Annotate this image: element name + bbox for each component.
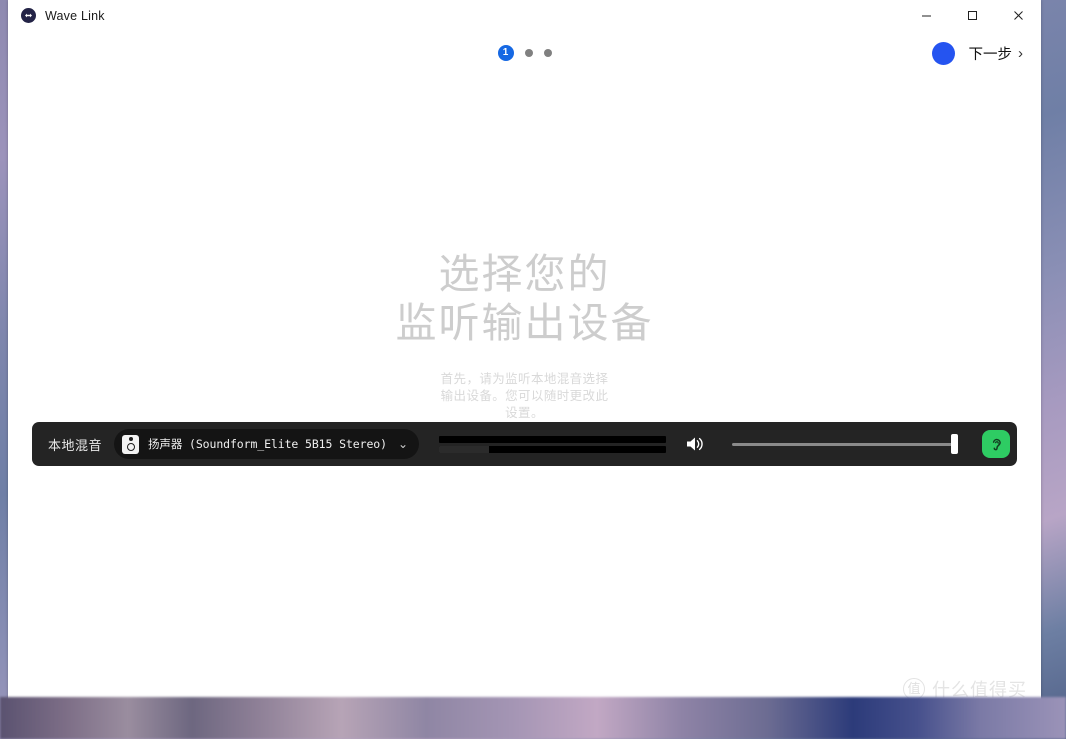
channel-strip: 本地混音 扬声器 (Soundform_Elite 5B15 Stereo) ⌄ bbox=[32, 422, 1017, 466]
next-step-button[interactable]: 下一步 › bbox=[969, 43, 1024, 64]
page-title: 选择您的 监听输出设备 bbox=[396, 250, 654, 348]
step-dot-2[interactable] bbox=[524, 49, 533, 57]
step-indicator: 1 bbox=[497, 45, 552, 61]
maximize-button[interactable] bbox=[949, 0, 995, 31]
level-meters bbox=[439, 435, 666, 453]
output-device-dropdown[interactable]: 扬声器 (Soundform_Elite 5B15 Stereo) ⌄ bbox=[114, 429, 419, 459]
title-bar-left: Wave Link bbox=[8, 8, 105, 23]
volume-slider-handle[interactable] bbox=[951, 434, 958, 454]
wizard-header: 1 下一步 › bbox=[8, 31, 1041, 75]
close-button[interactable] bbox=[995, 0, 1041, 31]
watermark: 值 什么值得买 bbox=[903, 676, 1027, 702]
app-window: Wave Link 1 下一步 › 选择您的 监听输出设备 首先，请为监听本地混… bbox=[8, 0, 1041, 712]
volume-speaker-icon[interactable] bbox=[684, 433, 706, 455]
meter-right bbox=[439, 445, 666, 453]
minimize-button[interactable] bbox=[903, 0, 949, 31]
channel-label: 本地混音 bbox=[48, 437, 103, 453]
watermark-badge: 值 bbox=[903, 678, 925, 700]
monitor-toggle-button[interactable] bbox=[982, 430, 1010, 458]
watermark-text: 什么值得买 bbox=[932, 680, 1027, 700]
step-dot-3[interactable] bbox=[543, 49, 552, 57]
minimize-icon bbox=[921, 15, 931, 17]
maximize-icon bbox=[967, 11, 977, 20]
status-indicator-circle bbox=[931, 41, 955, 65]
page-description: 首先，请为监听本地混音选择输出设备。您可以随时更改此设置。 bbox=[440, 372, 609, 420]
ear-icon bbox=[992, 438, 1001, 450]
main-content: 选择您的 监听输出设备 首先，请为监听本地混音选择输出设备。您可以随时更改此设置… bbox=[8, 75, 1041, 712]
chevron-right-icon: › bbox=[1018, 44, 1023, 62]
volume-slider[interactable] bbox=[731, 432, 958, 456]
page-title-line-1: 选择您的 bbox=[438, 251, 611, 297]
page-title-line-2: 监听输出设备 bbox=[395, 300, 654, 346]
chevron-down-icon: ⌄ bbox=[397, 437, 408, 451]
window-controls bbox=[903, 0, 1041, 31]
output-device-name: 扬声器 (Soundform_Elite 5B15 Stereo) bbox=[148, 437, 387, 451]
step-dot-1[interactable]: 1 bbox=[497, 45, 514, 61]
speaker-icon bbox=[122, 434, 140, 454]
meter-left bbox=[439, 435, 666, 443]
next-step-label: 下一步 bbox=[968, 46, 1013, 63]
close-icon bbox=[1013, 11, 1023, 20]
desktop-background: Wave Link 1 下一步 › 选择您的 监听输出设备 首先，请为监听本地混… bbox=[0, 0, 1066, 739]
wave-link-icon bbox=[21, 8, 36, 23]
channel-strip-wrapper: 本地混音 扬声器 (Soundform_Elite 5B15 Stereo) ⌄ bbox=[8, 422, 1041, 466]
window-title: Wave Link bbox=[45, 8, 105, 23]
title-bar: Wave Link bbox=[8, 0, 1041, 31]
volume-slider-track bbox=[731, 442, 958, 446]
wizard-next-area: 下一步 › bbox=[931, 31, 1024, 75]
